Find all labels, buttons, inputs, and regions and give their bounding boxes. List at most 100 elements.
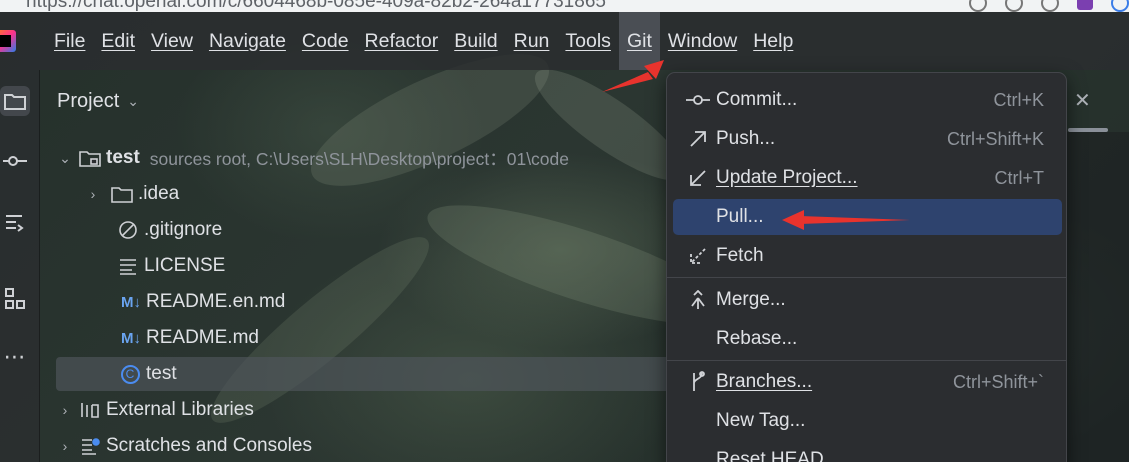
menu-item-label: Update Project... [716,167,858,188]
menu-item-label: Fetch [716,245,764,266]
git-menu-pull[interactable]: Pull... [673,199,1062,235]
browser-url[interactable]: https://chat.openai.com/c/6604468b-085e-… [26,0,606,12]
menu-items: File Edit View Navigate Code Refactor Bu… [46,12,801,70]
menu-build[interactable]: Build [446,12,505,70]
menu-item-label: Pull... [716,206,764,227]
zoom-icon[interactable] [969,0,987,12]
markdown-icon: M↓ [121,329,141,347]
tree-item-license[interactable]: LICENSE [116,249,730,283]
libraries-icon [78,401,102,419]
menu-file[interactable]: File [46,12,93,70]
ignore-file-icon [116,220,140,240]
tree-item-readme[interactable]: M↓ README.md [116,321,730,355]
browser-address-bar[interactable]: https://chat.openai.com/c/6604468b-085e-… [0,0,1129,12]
more-tools-button[interactable]: ⋯ [0,342,30,372]
menu-navigate[interactable]: Navigate [201,12,294,70]
menu-separator [667,277,1066,278]
tree-item-gitignore[interactable]: .gitignore [116,213,730,247]
chevron-down-icon: ⌄ [127,93,139,109]
git-menu-update-project[interactable]: Update Project... Ctrl+T [673,160,1062,196]
git-menu-push[interactable]: Push... Ctrl+Shift+K [673,121,1062,157]
plugins-tool-button[interactable] [0,284,30,314]
branch-icon [683,371,713,393]
git-menu-branches[interactable]: Branches... Ctrl+Shift+` [673,364,1062,400]
update-arrow-icon [683,169,713,187]
menu-item-label: Commit... [716,89,798,110]
git-dropdown-menu: Commit... Ctrl+K Push... Ctrl+Shift+K Up… [666,72,1067,462]
tree-item-test-class[interactable]: C test [56,357,670,391]
menu-run[interactable]: Run [506,12,558,70]
tree-item-readme-en[interactable]: M↓ README.en.md [116,285,730,319]
scratches-icon [78,437,102,455]
tree-item-label: README.en.md [146,291,286,312]
profile-icon[interactable] [1111,0,1129,12]
browser-toolbar-icons [969,0,1129,12]
main-menu-bar: File Edit View Navigate Code Refactor Bu… [0,12,1129,70]
intellij-logo-icon [0,30,16,52]
folder-icon [110,185,134,203]
menu-item-label: Merge... [716,289,786,310]
chevron-right-icon[interactable]: › [84,186,102,202]
commit-tool-button[interactable] [0,146,30,176]
more-dots-icon: ⋯ [3,344,27,369]
markdown-icon: M↓ [121,293,141,311]
project-panel-title[interactable]: Project ⌄ [57,90,139,113]
git-menu-commit[interactable]: Commit... Ctrl+K [673,82,1062,118]
git-menu-new-tag[interactable]: New Tag... [673,403,1062,439]
merge-icon [683,290,713,310]
tree-item-label: .gitignore [144,219,223,240]
menu-edit[interactable]: Edit [93,12,143,70]
tree-item-scratches[interactable]: › Scratches and Consoles [56,429,670,462]
fetch-icon [683,247,713,265]
tree-item-idea[interactable]: › .idea [84,177,698,211]
structure-tool-button[interactable] [0,208,30,238]
menu-item-label: New Tag... [716,410,806,431]
menu-item-label: Rebase... [716,328,798,349]
menu-code[interactable]: Code [294,12,357,70]
editor-tab-indicator [1068,128,1108,132]
git-menu-reset-head[interactable]: Reset HEAD... [673,442,1062,462]
tree-item-label: test [146,363,177,384]
tree-item-detail: sources root, C:\Users\SLH\Desktop\proje… [149,148,570,169]
menu-tools[interactable]: Tools [557,12,619,70]
menu-item-shortcut: Ctrl+Shift+` [952,371,1044,392]
menu-item-shortcut: Ctrl+Shift+K [946,128,1044,149]
git-menu-merge[interactable]: Merge... [673,282,1062,318]
project-panel: Project ⌄ ⌄ test sources root, C:\Users\… [40,70,670,462]
menu-help[interactable]: Help [745,12,801,70]
menu-item-label: Push... [716,128,776,149]
close-icon[interactable]: ✕ [1074,88,1091,113]
menu-git[interactable]: Git [618,12,660,70]
tool-window-strip: ⋯ [0,70,40,462]
chevron-right-icon[interactable]: › [56,402,74,418]
chevron-expanded-icon[interactable]: ⌄ [56,150,74,167]
tree-item-root[interactable]: ⌄ test sources root, C:\Users\SLH\Deskto… [56,141,670,175]
tree-item-label: README.md [146,327,259,348]
chevron-right-icon[interactable]: › [56,438,74,454]
menu-refactor[interactable]: Refactor [357,12,447,70]
commit-icon [3,156,27,166]
pull-requests-icon [6,215,24,232]
folder-icon [78,149,102,167]
onenote-extension-icon[interactable] [1077,0,1093,10]
tree-item-label: Scratches and Consoles [106,435,312,456]
commit-icon [683,94,713,106]
git-menu-rebase[interactable]: Rebase... [673,321,1062,357]
class-icon: C [118,364,142,384]
tree-item-label: test [106,147,140,168]
git-menu-fetch[interactable]: Fetch [673,238,1062,274]
editor-area [1066,132,1129,462]
favorite-star-icon[interactable] [1041,0,1059,12]
menu-separator [667,360,1066,361]
menu-item-shortcut: Ctrl+K [993,89,1044,110]
menu-item-label: Branches... [716,371,813,392]
read-aloud-icon[interactable] [1005,0,1023,12]
push-arrow-icon [683,130,713,148]
project-tool-button[interactable] [0,86,30,116]
folder-icon [4,94,26,110]
tree-item-external-libraries[interactable]: › External Libraries [56,393,670,427]
class-badge: C [120,364,140,384]
menu-item-shortcut: Ctrl+T [994,167,1045,188]
menu-window[interactable]: Window [660,12,745,70]
menu-view[interactable]: View [143,12,201,70]
